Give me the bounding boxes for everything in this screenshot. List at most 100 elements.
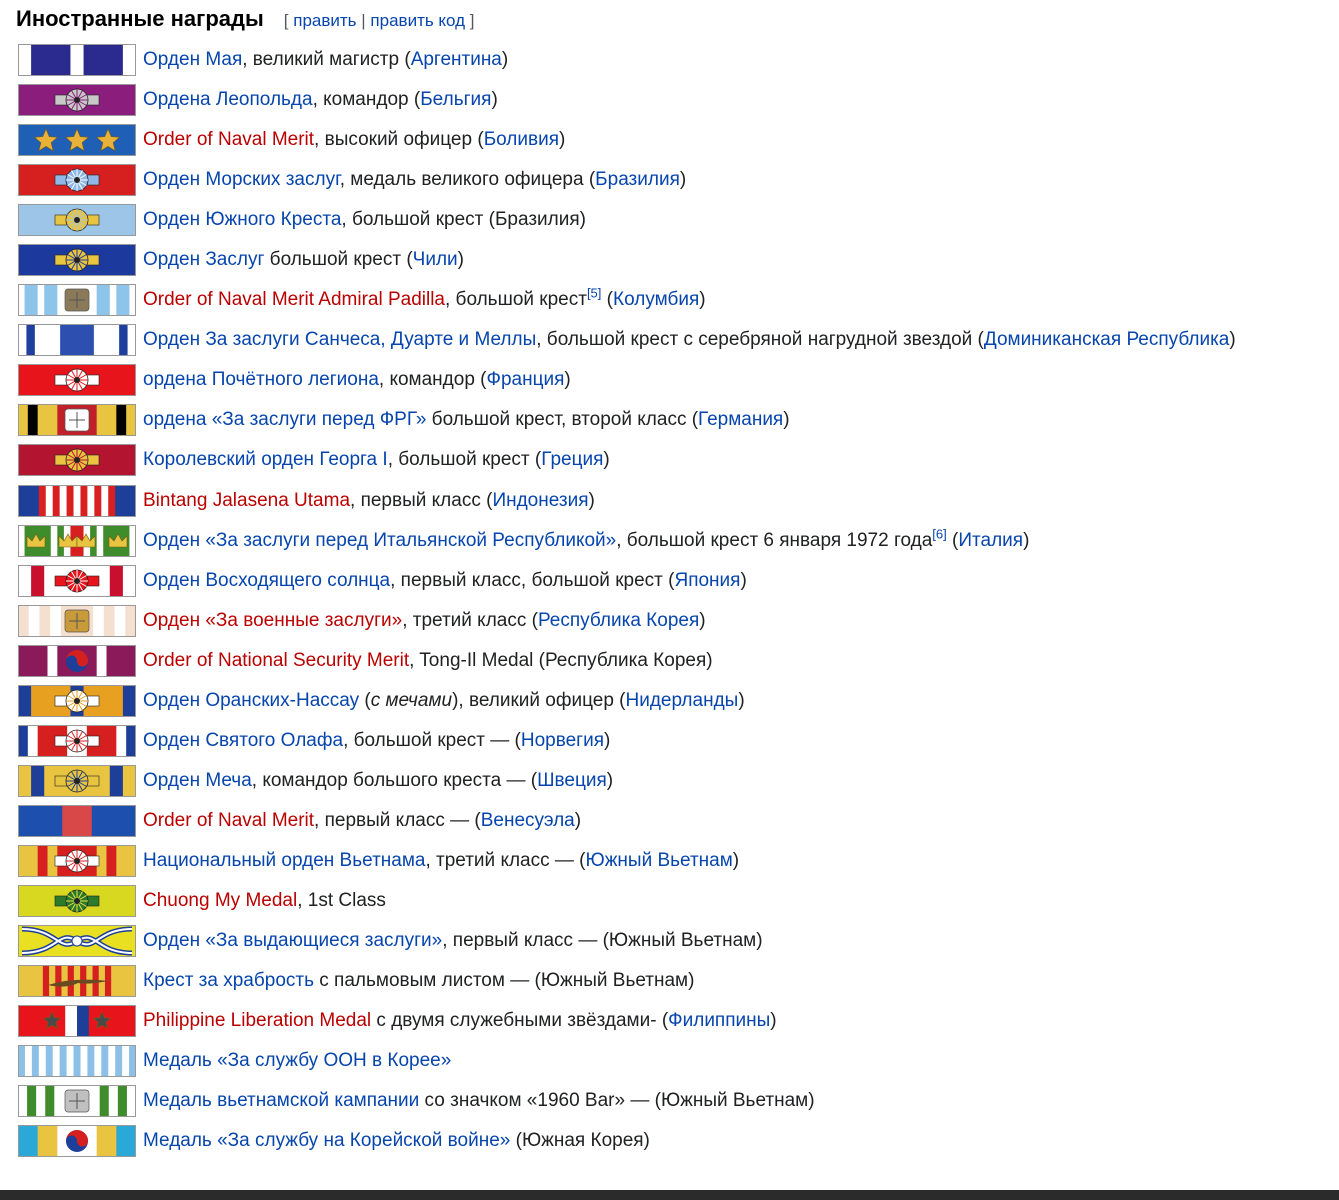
reference-link[interactable]: [6]	[932, 526, 946, 541]
award-ribbon-image[interactable]	[18, 524, 136, 557]
award-description: Медаль вьетнамской кампании со значком «…	[143, 1090, 815, 1112]
award-row: ордена «За заслуги перед ФРГ» большой кр…	[18, 400, 1336, 440]
award-link[interactable]: Order of National Security Merit	[143, 650, 409, 671]
award-ribbon-image[interactable]	[18, 284, 136, 317]
award-link[interactable]: Германия	[698, 409, 783, 430]
award-text: , Tong-Il Medal (Республика Корея)	[409, 649, 713, 671]
award-text: )	[1023, 529, 1030, 551]
award-link[interactable]: ордена «За заслуги перед ФРГ»	[143, 409, 426, 430]
award-link[interactable]: Орден Заслуг	[143, 249, 264, 270]
award-text: )	[783, 409, 790, 431]
award-ribbon-image[interactable]	[18, 1045, 136, 1078]
award-link[interactable]: Орден Оранских-Нассау	[143, 690, 359, 711]
awards-list: Орден Мая, великий магистр (Аргентина) Ор…	[18, 40, 1336, 1161]
award-ribbon-image[interactable]	[18, 1005, 136, 1038]
award-ribbon-image[interactable]	[18, 484, 136, 517]
award-link[interactable]: Филиппины	[668, 1010, 770, 1031]
award-link[interactable]: Крест за храбрость	[143, 970, 314, 991]
award-ribbon-image[interactable]	[18, 364, 136, 397]
award-description: Национальный орден Вьетнама, третий клас…	[143, 850, 739, 872]
award-link[interactable]: Медаль вьетнамской кампании	[143, 1090, 419, 1111]
award-link[interactable]: Швеция	[537, 770, 607, 791]
award-link[interactable]: Order of Naval Merit Admiral Padilla	[143, 289, 445, 310]
award-ribbon-image[interactable]	[18, 564, 136, 597]
award-ribbon-image[interactable]	[18, 764, 136, 797]
award-link[interactable]: Order of Naval Merit	[143, 810, 314, 831]
award-link[interactable]: Япония	[674, 570, 740, 591]
award-link[interactable]: Южный Вьетнам	[586, 850, 733, 871]
award-link[interactable]: Национальный орден Вьетнама	[143, 850, 425, 871]
award-ribbon-image[interactable]	[18, 44, 136, 77]
award-text: )	[732, 849, 740, 871]
award-link[interactable]: Боливия	[484, 129, 559, 150]
award-link[interactable]: Бразилия	[595, 169, 680, 190]
award-row: Bintang Jalasena Utama, первый класс (Ин…	[18, 481, 1336, 521]
award-row: ордена Почётного легиона, командор (Фран…	[18, 360, 1336, 400]
award-text: )	[559, 129, 566, 151]
award-ribbon-image[interactable]	[18, 925, 136, 958]
award-link[interactable]: Бельгия	[420, 89, 491, 110]
award-link[interactable]: Орден Святого Олафа	[143, 730, 343, 751]
award-link[interactable]: Франция	[487, 369, 565, 390]
award-text: )	[1229, 329, 1236, 351]
award-link[interactable]: Греция	[541, 449, 603, 470]
award-ribbon-image[interactable]	[18, 604, 136, 637]
award-description: Chuong My Medal, 1st Class	[143, 890, 386, 912]
award-row: Philippine Liberation Medal с двумя служ…	[18, 1001, 1336, 1041]
award-link[interactable]: Орден Южного Креста	[143, 209, 341, 230]
award-link[interactable]: Орден Восходящего солнца	[143, 570, 390, 591]
award-link[interactable]: Чили	[413, 249, 458, 270]
award-link[interactable]: Аргентина	[411, 49, 502, 70]
award-link[interactable]: Philippine Liberation Medal	[143, 1010, 371, 1031]
award-link[interactable]: Италия	[958, 530, 1023, 551]
award-ribbon-image[interactable]	[18, 965, 136, 998]
award-link[interactable]: Орден «За военные заслуги»	[143, 610, 402, 631]
award-link[interactable]: Орден Мая	[143, 49, 242, 70]
award-link[interactable]: Колумбия	[613, 289, 699, 310]
award-text: )	[564, 369, 571, 391]
award-ribbon-image[interactable]	[18, 404, 136, 437]
award-ribbon-image[interactable]	[18, 324, 136, 357]
award-link[interactable]: Орден Морских заслуг	[143, 169, 340, 190]
award-link[interactable]: Доминиканская Республика	[984, 329, 1230, 350]
edit-code-link[interactable]: править код	[370, 11, 465, 30]
award-link[interactable]: Медаль «За службу на Корейской войне»	[143, 1130, 510, 1151]
award-link[interactable]: Республика Корея	[538, 610, 699, 631]
reference-link[interactable]: [5]	[587, 286, 601, 301]
award-ribbon-image[interactable]	[18, 124, 136, 157]
award-link[interactable]: Орден «За выдающиеся заслуги»	[143, 930, 442, 951]
award-link[interactable]: Ордена Леопольда	[143, 89, 313, 110]
award-link[interactable]: Bintang Jalasena Utama	[143, 490, 350, 511]
award-link[interactable]: Медаль «За службу ООН в Корее»	[143, 1050, 451, 1071]
award-ribbon-image[interactable]	[18, 885, 136, 917]
award-link[interactable]: Норвегия	[521, 730, 604, 751]
award-link[interactable]: ордена Почётного легиона	[143, 369, 379, 390]
edit-link[interactable]: править	[293, 11, 356, 30]
award-link[interactable]: Order of Naval Merit	[143, 129, 314, 150]
award-ribbon-image[interactable]	[18, 244, 136, 277]
award-text: , первый класс — (	[314, 809, 481, 831]
award-ribbon-image[interactable]	[18, 1125, 136, 1158]
award-description: Орден «За выдающиеся заслуги», первый кл…	[143, 930, 763, 952]
award-link[interactable]: Орден Меча	[143, 770, 252, 791]
award-text: )	[740, 569, 747, 591]
award-ribbon-image[interactable]	[18, 644, 136, 677]
award-link[interactable]: Венесуэла	[481, 810, 575, 831]
award-ribbon-image[interactable]	[18, 204, 136, 237]
award-ribbon-image[interactable]	[18, 844, 136, 877]
award-ribbon-image[interactable]	[18, 84, 136, 117]
award-ribbon-image[interactable]	[18, 444, 136, 477]
award-ribbon-image[interactable]	[18, 724, 136, 757]
award-ribbon-image[interactable]	[18, 804, 136, 837]
award-ribbon-image[interactable]	[18, 684, 136, 717]
award-link[interactable]: Орден «За заслуги перед Итальянской Респ…	[143, 530, 616, 551]
award-description: Order of Naval Merit Admiral Padilla, бо…	[143, 286, 706, 311]
award-ribbon-image[interactable]	[18, 164, 136, 197]
award-link[interactable]: Нидерланды	[626, 690, 739, 711]
award-link[interactable]: Индонезия	[492, 490, 588, 511]
award-link[interactable]: Chuong My Medal	[143, 890, 297, 911]
award-link[interactable]: Королевский орден Георга I	[143, 449, 388, 470]
award-description: Королевский орден Георга I, большой крес…	[143, 449, 610, 471]
award-link[interactable]: Орден За заслуги Санчеса, Дуарте и Меллы	[143, 329, 536, 350]
award-ribbon-image[interactable]	[18, 1085, 136, 1118]
